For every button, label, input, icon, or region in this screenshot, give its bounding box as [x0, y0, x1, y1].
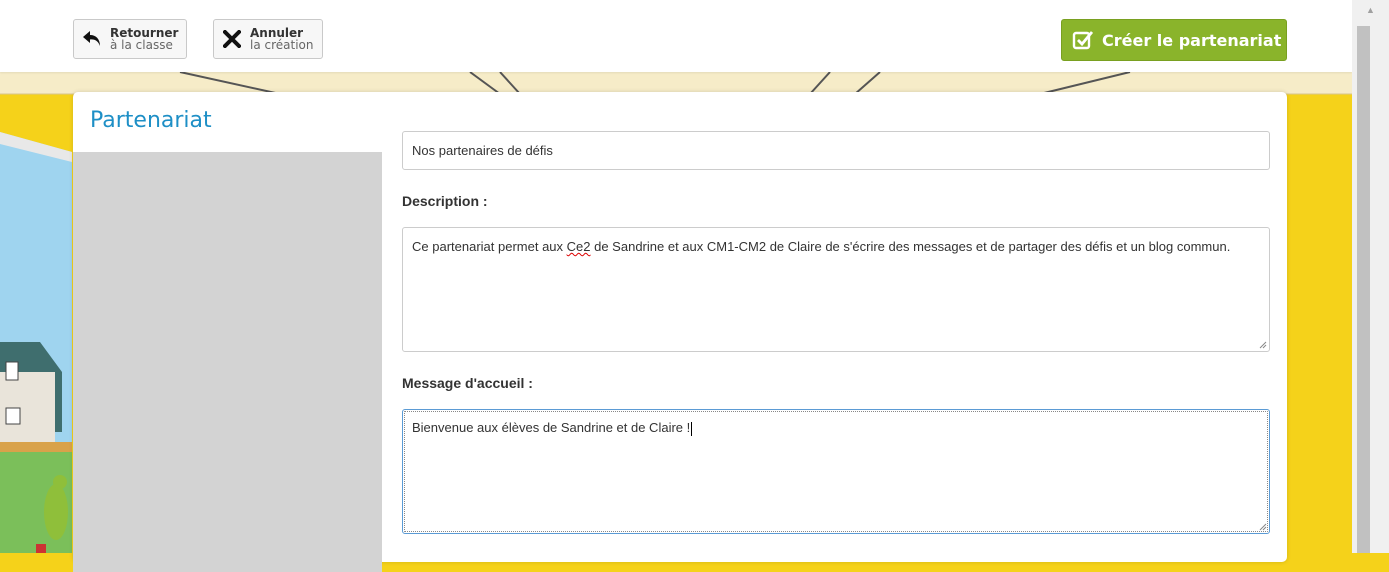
sidebar-placeholder: [73, 152, 382, 572]
description-textarea[interactable]: Ce partenariat permet aux Ce2 de Sandrin…: [402, 227, 1270, 352]
partnership-name-input[interactable]: Nos partenaires de défis: [402, 131, 1270, 170]
create-partnership-button[interactable]: Créer le partenariat: [1061, 19, 1287, 61]
back-button-line2: à la classe: [110, 38, 173, 52]
scroll-thumb[interactable]: [1357, 26, 1370, 553]
cancel-button-line2: la création: [250, 38, 314, 52]
top-toolbar: Retourner à la classe Annuler la créatio…: [0, 0, 1352, 72]
description-text-part-1: Ce partenariat permet aux: [412, 239, 567, 254]
welcome-message-label: Message d'accueil :: [402, 375, 533, 391]
resize-handle-icon[interactable]: [1259, 523, 1267, 531]
partnership-panel: Partenariat Nos partenaires de défis Des…: [73, 92, 1287, 572]
vertical-scrollbar[interactable]: ▲: [1352, 0, 1389, 553]
scroll-up-arrow-icon[interactable]: ▲: [1352, 0, 1389, 20]
description-text-part-2: de Sandrine et aux CM1-CM2 de Claire de …: [590, 239, 1231, 254]
close-icon: [220, 27, 244, 51]
back-to-class-button[interactable]: Retourner à la classe: [73, 19, 188, 59]
partnership-name-value: Nos partenaires de défis: [412, 143, 553, 158]
create-button-label: Créer le partenariat: [1102, 30, 1282, 50]
panel-title: Partenariat: [90, 108, 212, 133]
cancel-creation-button[interactable]: Annuler la création: [213, 19, 323, 59]
welcome-message-value: Bienvenue aux élèves de Sandrine et de C…: [412, 420, 691, 435]
undo-arrow-icon: [80, 27, 104, 51]
text-caret: [691, 421, 693, 436]
description-label: Description :: [402, 193, 488, 209]
checkbox-check-icon: [1072, 29, 1094, 51]
resize-handle-icon[interactable]: [1259, 341, 1267, 349]
welcome-message-textarea[interactable]: Bienvenue aux élèves de Sandrine et de C…: [402, 409, 1270, 534]
description-text-misspelled: Ce2: [566, 239, 591, 254]
